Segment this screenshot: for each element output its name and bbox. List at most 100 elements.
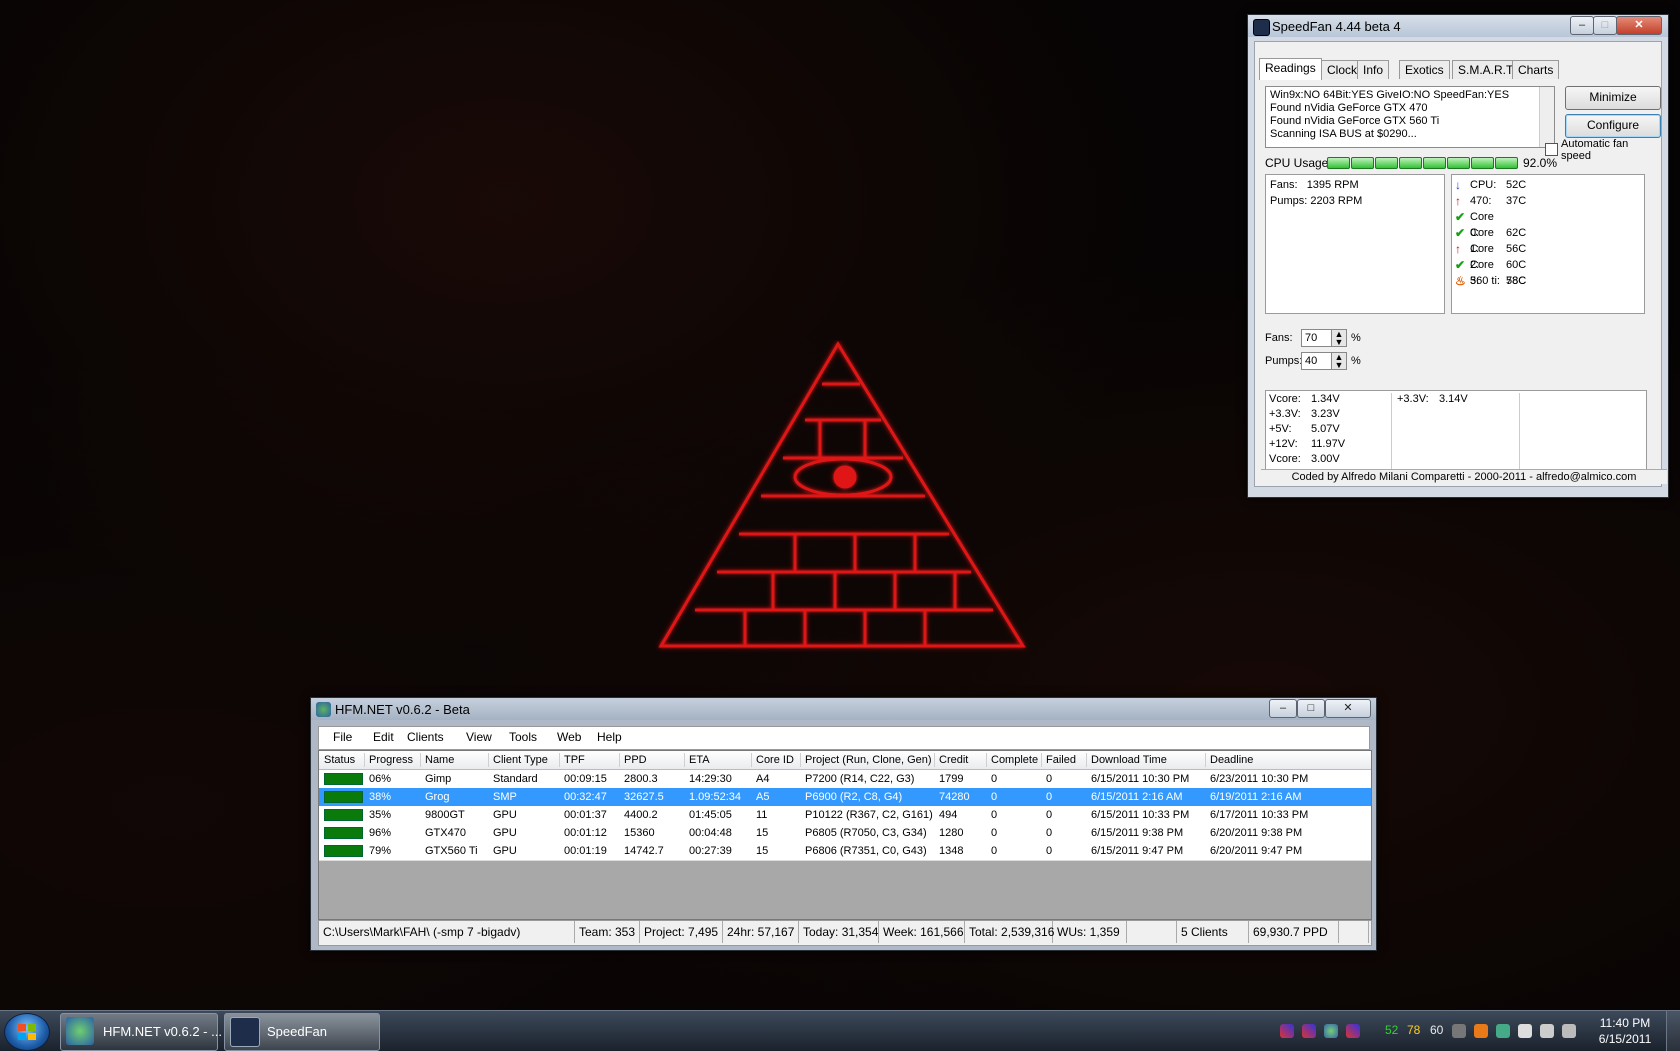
voltage-reading: Vcore: 3.00V xyxy=(1269,452,1389,467)
fans-speed-spinner[interactable]: 70 ▲ ▼ xyxy=(1301,329,1347,347)
table-row[interactable]: 79% GTX560 Ti GPU 00:01:19 14742.7 00:27:39 15… xyxy=(319,842,1371,861)
table-cell: 00:04:48 xyxy=(689,827,732,839)
column-separator xyxy=(934,753,935,767)
configure-button[interactable]: Configure xyxy=(1565,114,1661,138)
tab-exotics[interactable]: Exotics xyxy=(1399,60,1450,79)
hfm-icon xyxy=(66,1017,94,1045)
status-segment: 5 Clients xyxy=(1177,921,1249,943)
column-header[interactable]: Client Type xyxy=(493,754,548,766)
menu-file[interactable]: File xyxy=(333,730,352,744)
menu-help[interactable]: Help xyxy=(597,730,622,744)
menu-tools[interactable]: Tools xyxy=(509,730,537,744)
column-header[interactable]: Core ID xyxy=(756,754,794,766)
tray-app-icon[interactable] xyxy=(1452,1024,1466,1038)
speedfan-titlebar[interactable]: SpeedFan 4.44 beta 4 – □ ✕ xyxy=(1248,15,1668,37)
menu-clients[interactable]: Clients xyxy=(407,730,444,744)
table-row[interactable]: 96% GTX470 GPU 00:01:12 15360 00:04:48 15 P6805… xyxy=(319,824,1371,843)
menu-edit[interactable]: Edit xyxy=(373,730,394,744)
volume-icon[interactable] xyxy=(1540,1024,1554,1038)
tray-app-icon[interactable] xyxy=(1302,1024,1316,1038)
tray-app-icon[interactable] xyxy=(1280,1024,1294,1038)
taskbar-speedfan-button[interactable]: SpeedFan xyxy=(224,1013,380,1051)
table-row[interactable]: 38% Grog SMP 00:32:47 32627.5 1.09:52:34 A5 P69… xyxy=(319,788,1371,807)
column-header[interactable]: Name xyxy=(425,754,454,766)
minimize-window-button[interactable]: – xyxy=(1269,699,1297,718)
log-line: Win9x:NO 64Bit:YES GiveIO:NO SpeedFan:YE… xyxy=(1270,89,1510,101)
show-desktop-button[interactable] xyxy=(1666,1011,1680,1051)
maximize-window-button[interactable]: □ xyxy=(1593,16,1617,35)
table-cell: P6805 (R7050, C3, G34) xyxy=(805,827,927,839)
temperature-reading: ↓ CPU: 52C xyxy=(1452,177,1644,193)
cpu-usage-segment xyxy=(1327,157,1350,169)
log-scrollbar[interactable] xyxy=(1539,87,1554,147)
column-separator xyxy=(1086,753,1087,767)
taskbar-clock[interactable]: 11:40 PM 6/15/2011 xyxy=(1590,1015,1660,1047)
table-cell: 0 xyxy=(1046,809,1053,821)
pumps-speed-spinner[interactable]: 40 ▲ ▼ xyxy=(1301,352,1347,370)
tray-app-icon[interactable] xyxy=(1324,1024,1338,1038)
table-cell: 38% xyxy=(369,791,392,803)
action-center-flag-icon[interactable] xyxy=(1518,1024,1532,1038)
voltage-value: 3.23V xyxy=(1311,408,1340,420)
hfm-titlebar[interactable]: HFM.NET v0.6.2 - Beta – □ ✕ xyxy=(311,698,1376,720)
minimize-button[interactable]: Minimize xyxy=(1565,86,1661,110)
cpu-usage-segment xyxy=(1471,157,1494,169)
column-header[interactable]: Deadline xyxy=(1210,754,1253,766)
column-header[interactable]: Complete xyxy=(991,754,1038,766)
tab-info[interactable]: Info xyxy=(1357,60,1390,79)
temperature-reading: ✔ Core 0: 62C xyxy=(1452,209,1644,239)
speedfan-log[interactable]: Win9x:NO 64Bit:YES GiveIO:NO SpeedFan:YE… xyxy=(1265,86,1555,148)
arrow-up-icon: ↑ xyxy=(1455,242,1461,256)
column-header[interactable]: TPF xyxy=(564,754,585,766)
column-header[interactable]: Credit xyxy=(939,754,968,766)
tab-readings[interactable]: Readings xyxy=(1259,58,1322,80)
tray-temp-2[interactable]: 78 xyxy=(1407,1023,1420,1037)
minimize-window-button[interactable]: – xyxy=(1570,16,1594,35)
tray-app-icon[interactable] xyxy=(1346,1024,1360,1038)
table-row[interactable]: 35% 9800GT GPU 00:01:37 4400.2 01:45:05 11 P101… xyxy=(319,806,1371,825)
automatic-fan-speed-checkbox[interactable] xyxy=(1545,143,1558,156)
column-header[interactable]: ETA xyxy=(689,754,710,766)
taskbar-hfm-button[interactable]: HFM.NET v0.6.2 - ... xyxy=(60,1013,222,1051)
table-cell: 0 xyxy=(1046,827,1053,839)
column-header[interactable]: Failed xyxy=(1046,754,1076,766)
voltage-label: Vcore: xyxy=(1269,453,1301,465)
hfm-menubar: File Edit Clients View Tools Web Help xyxy=(318,726,1370,750)
tray-network-icon[interactable] xyxy=(1496,1024,1510,1038)
voltage-reading: +12V: 11.97V xyxy=(1269,437,1389,452)
voltage-label: +5V: xyxy=(1269,423,1292,435)
system-tray: 52 78 60 xyxy=(1280,1011,1620,1051)
tray-temp-3[interactable]: 60 xyxy=(1430,1023,1443,1037)
temperature-reading: ♨ 560 ti: 78C xyxy=(1452,273,1644,289)
close-window-button[interactable]: ✕ xyxy=(1325,699,1371,718)
column-header[interactable]: PPD xyxy=(624,754,647,766)
column-header[interactable]: Download Time xyxy=(1091,754,1167,766)
voltage-divider xyxy=(1391,393,1392,471)
column-header[interactable]: Progress xyxy=(369,754,413,766)
table-cell: A5 xyxy=(756,791,770,803)
menu-view[interactable]: View xyxy=(466,730,492,744)
maximize-window-button[interactable]: □ xyxy=(1297,699,1325,718)
spinner-arrows-icon[interactable]: ▲ ▼ xyxy=(1331,353,1346,370)
spinner-arrows-icon[interactable]: ▲ ▼ xyxy=(1331,330,1346,347)
table-cell: 79% xyxy=(369,845,392,857)
network-icon[interactable] xyxy=(1562,1024,1576,1038)
table-cell: 9800GT xyxy=(425,809,465,821)
table-cell: SMP xyxy=(493,791,517,803)
menu-web[interactable]: Web xyxy=(557,730,581,744)
fans-speed-label: Fans: xyxy=(1265,332,1293,344)
table-cell: 0 xyxy=(991,827,998,839)
table-cell: 6/15/2011 9:38 PM xyxy=(1091,827,1184,839)
table-row[interactable]: 06% Gimp Standard 00:09:15 2800.3 14:29:30 A4 P… xyxy=(319,770,1371,789)
check-icon: ✔ xyxy=(1455,210,1466,224)
tab-charts[interactable]: Charts xyxy=(1512,60,1560,79)
table-cell: GTX470 xyxy=(425,827,466,839)
tab-smart[interactable]: S.M.A.R.T. xyxy=(1452,60,1522,79)
column-header[interactable]: Project (Run, Clone, Gen) xyxy=(805,754,932,766)
check-icon: ✔ xyxy=(1455,226,1466,240)
tray-app-icon[interactable] xyxy=(1474,1024,1488,1038)
close-window-button[interactable]: ✕ xyxy=(1616,16,1662,35)
column-header[interactable]: Status xyxy=(324,754,355,766)
start-button[interactable] xyxy=(4,1013,50,1051)
tray-temp-1[interactable]: 52 xyxy=(1385,1023,1398,1037)
